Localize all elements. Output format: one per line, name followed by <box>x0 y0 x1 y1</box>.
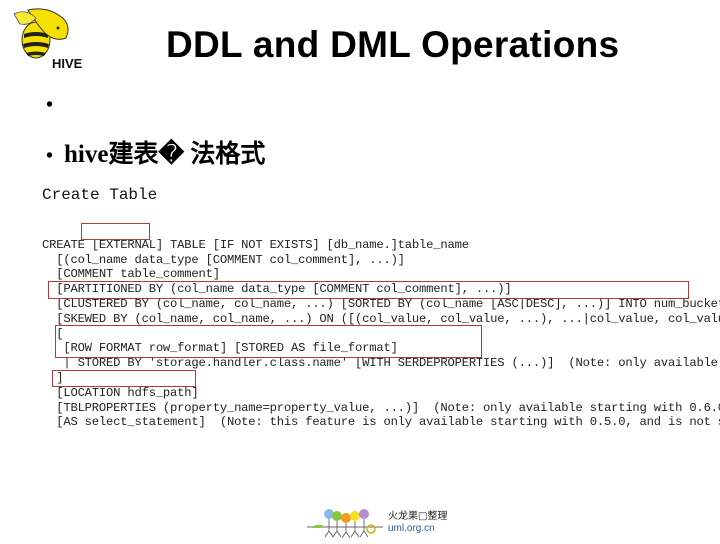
code-line: [LOCATION hdfs_path] <box>42 385 199 400</box>
highlight-clustered-by <box>48 281 689 299</box>
slide-title: DDL and DML Operations <box>166 24 620 65</box>
stick-figures-icon <box>307 509 383 539</box>
code-line: [CLUSTERED BY (col_name, col_name, ...) … <box>56 296 720 311</box>
code-line: [(col_name data_type [COMMENT col_commen… <box>42 252 405 267</box>
highlight-row-format <box>55 325 482 358</box>
code-line: [COMMENT table_comment] <box>42 267 220 282</box>
bullet-dot: • <box>46 145 54 167</box>
hive-bee-icon: HIVE <box>13 8 83 71</box>
code-line: [TBLPROPERTIES (property_name=property_v… <box>42 400 720 415</box>
code-heading: Create Table <box>42 186 158 204</box>
highlight-external <box>81 223 150 240</box>
hive-logo: HIVE <box>6 4 86 72</box>
bullet-item-hive-create-table: • hive建表� 法格式 <box>46 134 265 170</box>
bullet-text: hive建表� 法格式 <box>64 141 266 168</box>
code-line: | STORED BY 'storage.handler.class.name'… <box>63 356 718 371</box>
hive-logo-text: HIVE <box>52 56 83 71</box>
bullet-dot: • <box>46 94 54 116</box>
footer-site-name: 火龙果□整理 <box>388 511 448 522</box>
code-line: [AS select_statement] (Note: this featur… <box>56 415 720 430</box>
footer-site-url[interactable]: uml.org.cn <box>388 523 435 534</box>
bullet-item-empty: • <box>46 94 64 117</box>
highlight-location <box>52 370 196 387</box>
code-line: CREATE [EXTERNAL] TABLE [IF NOT EXISTS] … <box>42 237 469 252</box>
